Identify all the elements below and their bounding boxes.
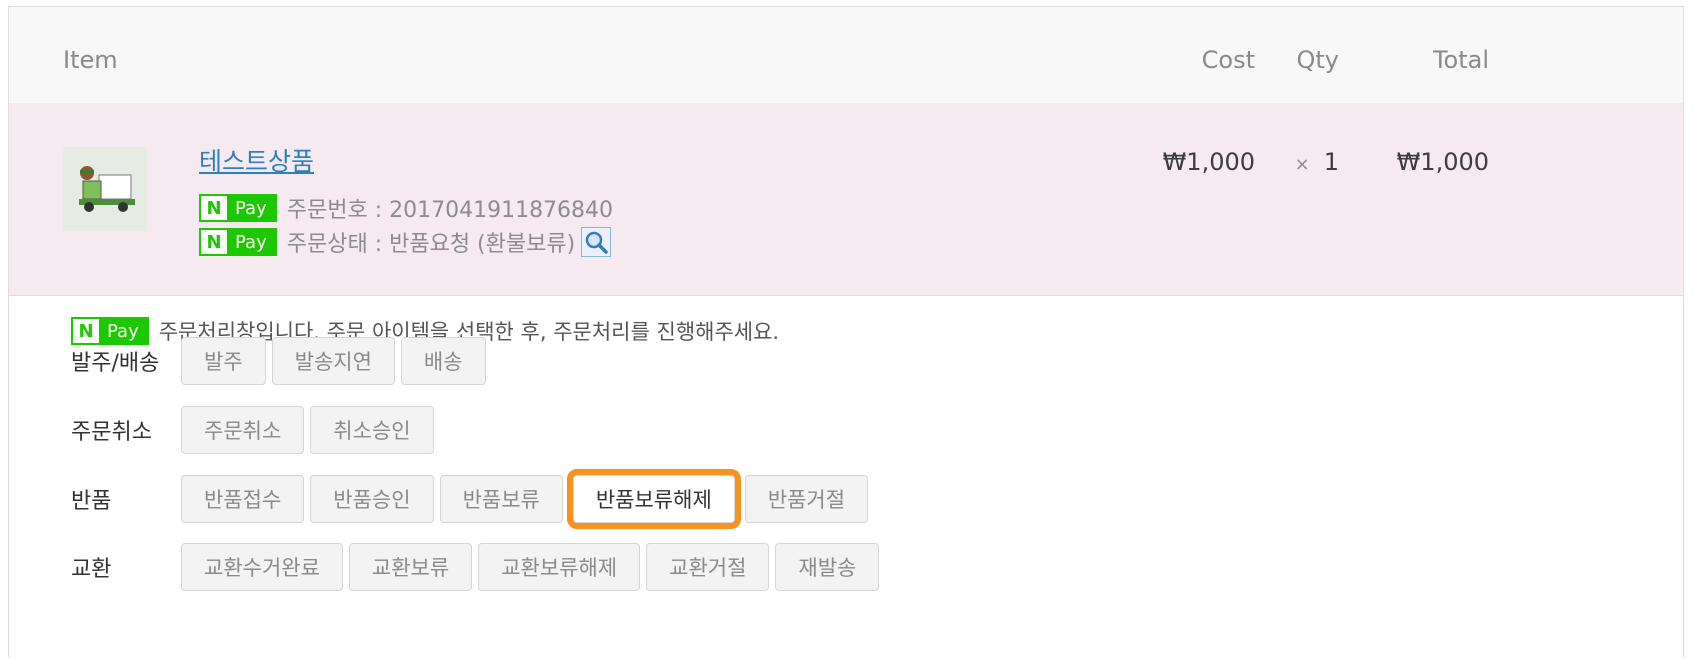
- table-header: Item Cost Qty Total: [9, 7, 1683, 103]
- reject-exchange-button[interactable]: 교환거절: [646, 543, 770, 591]
- header-cost: Cost: [1201, 46, 1255, 74]
- order-button[interactable]: 발주: [181, 337, 266, 385]
- header-qty: Qty: [1296, 46, 1339, 74]
- group-label-return: 반품: [71, 489, 112, 514]
- hold-exchange-button[interactable]: 교환보류: [348, 543, 473, 591]
- product-name-link[interactable]: 테스트상품: [199, 145, 314, 179]
- reship-button[interactable]: 재발송: [775, 543, 880, 591]
- group-exchange: 교환 교환수거완료 교환보류 교환보류해제 교환거절 재발송: [71, 542, 885, 592]
- order-status: 주문상태 : 반품요청 (환불보류): [286, 232, 576, 257]
- hold-return-button[interactable]: 반품보류: [439, 475, 563, 523]
- item-total: ₩1,000: [1396, 148, 1489, 176]
- cancel-order-button[interactable]: 주문취소: [181, 406, 305, 454]
- order-items-panel: Item Cost Qty Total 테스트상품 N Pay 주문번호 : 2…: [8, 6, 1684, 658]
- npay-badge: N Pay: [199, 194, 277, 222]
- release-exchange-hold-button[interactable]: 교환보류해제: [478, 543, 641, 591]
- qty-times-symbol: ×: [1294, 154, 1310, 175]
- table-row: 테스트상품 N Pay 주문번호 : 2017041911876840 N Pa…: [9, 103, 1683, 296]
- item-qty: × 1: [1295, 145, 1339, 182]
- delivery-truck-thumbnail-icon: [63, 147, 147, 231]
- group-label-exchange: 교환: [71, 557, 112, 582]
- accept-return-button[interactable]: 반품접수: [181, 475, 305, 523]
- order-number: 주문번호 : 2017041911876840: [286, 198, 614, 223]
- product-thumbnail: [63, 147, 147, 231]
- order-number-line: N Pay 주문번호 : 2017041911876840: [199, 193, 613, 223]
- header-total: Total: [1432, 46, 1489, 74]
- release-return-hold-button[interactable]: 반품보류해제: [566, 469, 741, 529]
- order-process-area: N Pay 주문처리창입니다. 주문 아이템을 선택한 후, 주문처리를 진행해…: [9, 296, 1683, 659]
- ship-button[interactable]: 배송: [400, 337, 486, 385]
- approve-return-button[interactable]: 반품승인: [310, 475, 434, 523]
- npay-pay: Pay: [235, 197, 267, 219]
- exchange-collected-button[interactable]: 교환수거완료: [181, 543, 343, 591]
- qty-value: 1: [1323, 148, 1339, 176]
- delay-shipping-button[interactable]: 발송지연: [271, 337, 395, 385]
- order-status-line: N Pay 주문상태 : 반품요청 (환불보류): [199, 227, 612, 257]
- npay-n: N: [201, 230, 227, 254]
- approve-cancel-button[interactable]: 취소승인: [310, 406, 434, 454]
- group-return: 반품 반품접수 반품승인 반품보류 반품보류해제 반품거절: [71, 469, 874, 529]
- reject-return-button[interactable]: 반품거절: [744, 475, 869, 523]
- magnifier-icon[interactable]: [581, 227, 612, 257]
- item-cost: ₩1,000: [1162, 148, 1255, 176]
- header-item: Item: [63, 46, 118, 74]
- group-shipping: 발주/배송 발주 발송지연 배송: [71, 336, 492, 386]
- npay-n: N: [201, 196, 227, 220]
- npay-badge: N Pay: [199, 228, 277, 256]
- group-cancel: 주문취소 주문취소 취소승인: [71, 405, 440, 455]
- npay-pay: Pay: [235, 231, 267, 253]
- group-label-shipping: 발주/배송: [71, 351, 160, 376]
- group-label-cancel: 주문취소: [71, 420, 152, 445]
